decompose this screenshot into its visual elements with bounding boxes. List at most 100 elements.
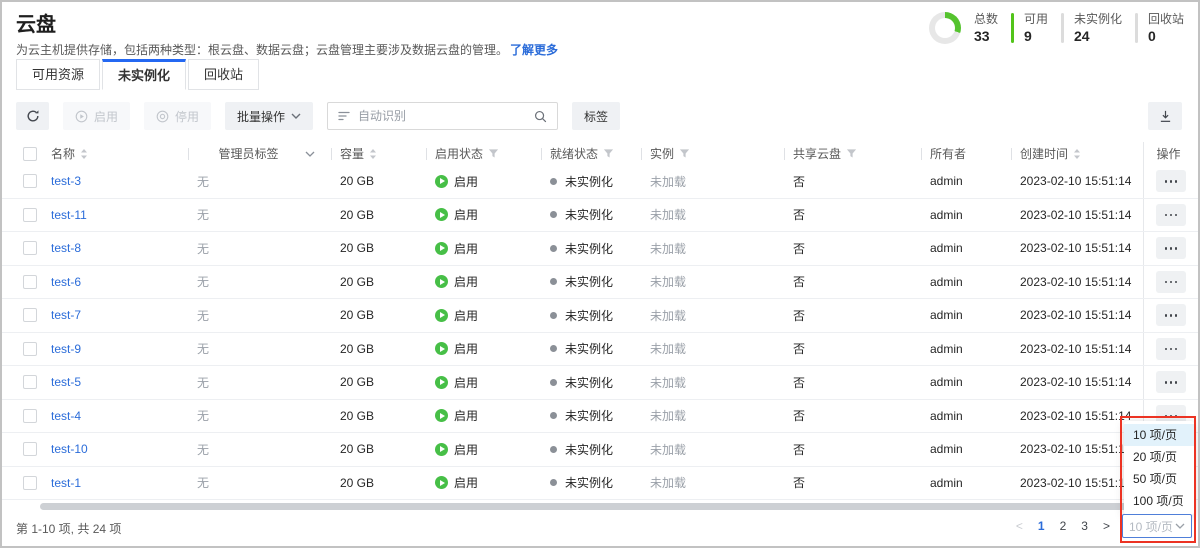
row-checkbox[interactable] <box>23 375 37 389</box>
cloud-disk-page: 云盘 为云主机提供存储，包括两种类型：根云盘、数据云盘；云盘管理主要涉及数据云盘… <box>0 0 1200 548</box>
enable-button[interactable]: 启用 <box>63 102 130 130</box>
header-cell-instance[interactable]: 实例 <box>641 142 784 165</box>
ready-status-cell: 未实例化 <box>541 340 641 357</box>
chevron-down-icon[interactable] <box>305 151 315 157</box>
more-actions-icon <box>1165 415 1168 418</box>
more-actions-button[interactable] <box>1156 338 1186 360</box>
owner-cell: admin <box>921 476 1011 490</box>
row-checkbox[interactable] <box>23 409 37 423</box>
more-actions-button[interactable] <box>1156 170 1186 192</box>
ready-status-cell: 未实例化 <box>541 173 641 190</box>
disk-name-link[interactable]: test-7 <box>51 308 81 322</box>
row-checkbox[interactable] <box>23 342 37 356</box>
filter-icon[interactable] <box>846 148 857 159</box>
header-cell-shared-disk[interactable]: 共享云盘 <box>784 142 921 165</box>
enable-status-cell: 启用 <box>426 474 541 491</box>
header-cell-ready-status[interactable]: 就绪状态 <box>541 142 641 165</box>
page-number-3[interactable]: 3 <box>1081 519 1088 533</box>
page-size-option[interactable]: 20 项/页 <box>1124 446 1194 468</box>
next-page-icon[interactable]: > <box>1103 519 1110 533</box>
page-size-option[interactable]: 10 项/页 <box>1124 424 1194 446</box>
filter-icon[interactable] <box>603 148 614 159</box>
header-cell-enable-status[interactable]: 启用状态 <box>426 142 541 165</box>
tab-available-resources[interactable]: 可用资源 <box>16 59 100 90</box>
name-cell: test-4 <box>51 409 188 423</box>
page-size-option[interactable]: 100 项/页 <box>1124 490 1194 512</box>
disk-name-link[interactable]: test-10 <box>51 442 88 456</box>
disk-name-link[interactable]: test-1 <box>51 476 81 490</box>
ready-status-cell: 未实例化 <box>541 240 641 257</box>
more-actions-button[interactable] <box>1156 371 1186 393</box>
row-checkbox-cell <box>15 375 51 389</box>
sort-icon[interactable] <box>80 148 88 160</box>
disk-name-link[interactable]: test-8 <box>51 241 81 255</box>
disk-name-link[interactable]: test-11 <box>51 208 87 222</box>
refresh-button[interactable] <box>16 102 49 130</box>
disk-name-link[interactable]: test-6 <box>51 275 81 289</box>
disk-name-link[interactable]: test-9 <box>51 342 81 356</box>
stat-bar-gray <box>1135 13 1138 43</box>
row-checkbox[interactable] <box>23 208 37 222</box>
capacity-cell: 20 GB <box>331 375 426 389</box>
sort-icon[interactable] <box>1073 148 1081 160</box>
search-input[interactable] <box>358 109 526 123</box>
tab-uninstantiated[interactable]: 未实例化 <box>102 59 186 90</box>
export-button[interactable] <box>1148 102 1182 130</box>
status-dot-icon <box>550 245 557 252</box>
more-actions-button[interactable] <box>1156 304 1186 326</box>
sort-icon[interactable] <box>369 148 377 160</box>
more-actions-button[interactable] <box>1156 237 1186 259</box>
instance-cell: 未加载 <box>641 441 784 458</box>
more-actions-button[interactable] <box>1156 271 1186 293</box>
disk-name-link[interactable]: test-4 <box>51 409 81 423</box>
stat-value: 9 <box>1024 29 1048 44</box>
page-number-2[interactable]: 2 <box>1060 519 1067 533</box>
row-checkbox-cell <box>15 275 51 289</box>
tab-recycle-bin[interactable]: 回收站 <box>188 59 259 90</box>
tag-button[interactable]: 标签 <box>572 102 620 130</box>
table-row: test-10 无 20 GB 启用 未实例化 未加载 否 admin 2023… <box>2 433 1198 467</box>
filter-icon[interactable] <box>679 148 690 159</box>
prev-page-icon[interactable]: < <box>1016 519 1023 533</box>
more-actions-button[interactable] <box>1156 204 1186 226</box>
status-enabled-icon <box>435 342 448 355</box>
ready-status-cell: 未实例化 <box>541 407 641 424</box>
horizontal-scrollbar[interactable] <box>40 503 1128 510</box>
disk-name-link[interactable]: test-5 <box>51 375 81 389</box>
enable-status-cell: 启用 <box>426 307 541 324</box>
status-dot-icon <box>550 345 557 352</box>
search-icon[interactable] <box>534 110 547 123</box>
shared-disk-cell: 否 <box>784 206 921 223</box>
shared-disk-cell: 否 <box>784 173 921 190</box>
row-checkbox[interactable] <box>23 241 37 255</box>
learn-more-link[interactable]: 了解更多 <box>510 43 558 57</box>
row-checkbox[interactable] <box>23 476 37 490</box>
row-checkbox[interactable] <box>23 442 37 456</box>
actions-cell <box>1143 199 1198 232</box>
page-size-select[interactable]: 10 项/页 <box>1122 514 1192 538</box>
table-body: test-3 无 20 GB 启用 未实例化 未加载 否 admin 2023-… <box>2 165 1198 500</box>
pagination-summary: 第 1-10 项, 共 24 项 <box>16 520 121 537</box>
status-dot-icon <box>550 312 557 319</box>
filter-icon[interactable] <box>488 148 499 159</box>
more-actions-icon <box>1165 281 1168 284</box>
table-row: test-5 无 20 GB 启用 未实例化 未加载 否 admin 2023-… <box>2 366 1198 400</box>
page-size-option[interactable]: 50 项/页 <box>1124 468 1194 490</box>
header-cell-admin-tag[interactable]: 管理员标签 <box>188 142 331 165</box>
disk-name-link[interactable]: test-3 <box>51 174 81 188</box>
header-cell-name[interactable]: 名称 <box>51 142 188 165</box>
created-time-cell: 2023-02-10 15:51:14 <box>1011 208 1143 222</box>
pagination: < 1 23 > <box>1016 519 1110 533</box>
header-cell-owner: 所有者 <box>921 142 1011 165</box>
row-checkbox[interactable] <box>23 308 37 322</box>
row-checkbox[interactable] <box>23 174 37 188</box>
header-cell-created-time[interactable]: 创建时间 <box>1011 142 1143 165</box>
header-cell-capacity[interactable]: 容量 <box>331 142 426 165</box>
batch-actions-button[interactable]: 批量操作 <box>225 102 313 130</box>
row-checkbox-cell <box>15 409 51 423</box>
page-number-1[interactable]: 1 <box>1038 519 1045 533</box>
row-checkbox[interactable] <box>23 275 37 289</box>
owner-cell: admin <box>921 241 1011 255</box>
disable-button[interactable]: 停用 <box>144 102 211 130</box>
select-all-checkbox[interactable] <box>23 147 37 161</box>
